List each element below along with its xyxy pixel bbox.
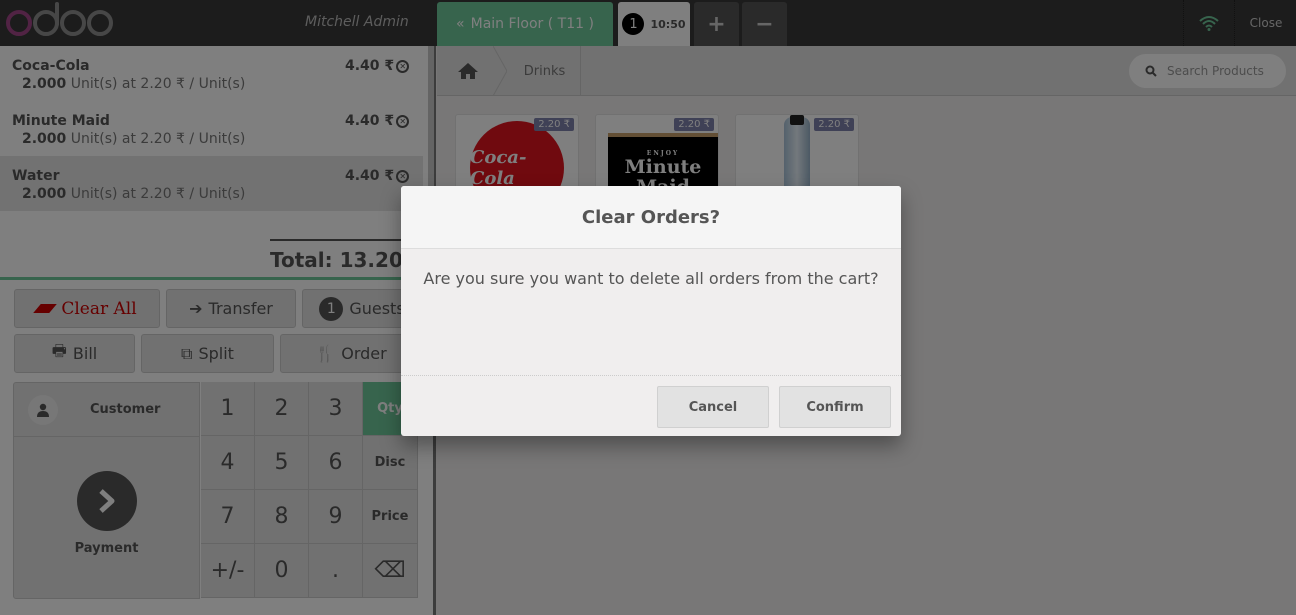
clear-orders-dialog: Clear Orders? Are you sure you want to d… [401, 186, 901, 436]
cancel-button[interactable]: Cancel [657, 386, 769, 428]
dialog-footer: Cancel Confirm [401, 375, 901, 436]
dialog-title: Clear Orders? [401, 186, 901, 249]
dialog-message: Are you sure you want to delete all orde… [423, 269, 879, 288]
confirm-button[interactable]: Confirm [779, 386, 891, 428]
